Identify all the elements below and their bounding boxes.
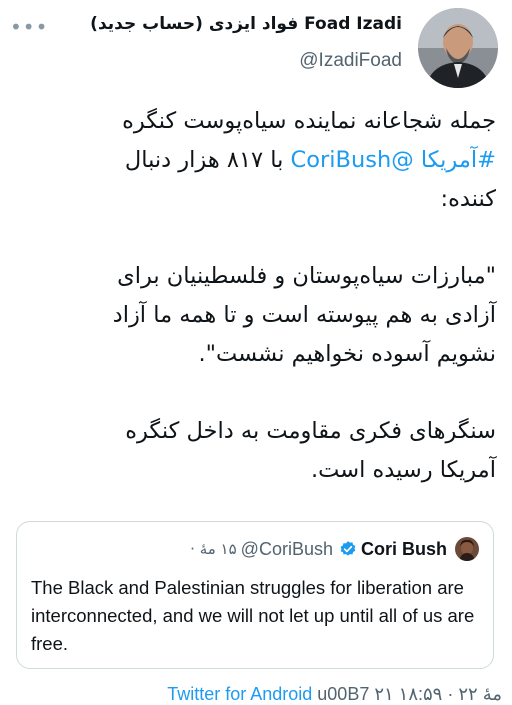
mention-link[interactable]: @CoriBush (291, 147, 414, 173)
tweet-text: جمله شجاعانه نماینده سیاه‌پوست کنگره #آم… (12, 102, 496, 490)
quoted-tweet-header: Cori Bush @CoriBush ۱۵ مهٔ · (190, 536, 479, 562)
quoted-tweet-text: The Black and Palestinian struggles for … (31, 577, 475, 654)
author-names: (حساب جدید) فواد ایزدی Foad Izadi @Izadi… (90, 14, 402, 72)
tweet-line: آزادی به هم پیوسته است و تا همه ما آزاد (112, 302, 496, 328)
quoted-tweet-time: ۱۵ مهٔ · (190, 540, 237, 558)
tweet-footer: Twitter for Android u00B7 ۲۱ مهٔ ۲۲ · ۱۸… (167, 684, 502, 705)
verified-badge-icon (339, 540, 357, 558)
tweet-line: جمله شجاعانه نماینده سیاه‌پوست کنگره (122, 108, 496, 134)
author-display-name[interactable]: (حساب جدید) فواد ایزدی Foad Izadi (90, 14, 402, 34)
author-avatar[interactable] (418, 8, 498, 88)
tweet-text-fragment: با ۸۱۷ هزار دنبال (124, 147, 291, 173)
tweet-line: آمریکا رسیده است. (310, 457, 496, 483)
tweet-line: سنگرهای فکری مقاومت به داخل کنگره (125, 418, 496, 444)
tweet-timestamp: u00B7 ۲۱ مهٔ ۲۲ · ۱۸:۵۹ (312, 684, 502, 704)
tweet-line: کننده: (440, 186, 496, 212)
tweet-line: #آمریکا @CoriBush با ۸۱۷ هزار دنبال (12, 141, 496, 180)
tweet-line: نشویم آسوده نخواهیم نشست". (198, 341, 496, 367)
hashtag-link[interactable]: #آمریکا (421, 147, 496, 173)
quoted-tweet-card[interactable]: Cori Bush @CoriBush ۱۵ مهٔ · The Black a… (16, 521, 494, 669)
tweet-line: "مبارزات سیاه‌پوستان و فلسطینیان برای (117, 263, 496, 289)
quoted-author-handle: @CoriBush (240, 538, 333, 559)
tweet-header: (حساب جدید) فواد ایزدی Foad Izadi @Izadi… (28, 8, 498, 88)
quoted-author-name: Cori Bush (360, 538, 447, 559)
quoted-author-avatar (455, 537, 479, 561)
author-handle[interactable]: @IzadiFoad (90, 50, 402, 72)
source-link[interactable]: Twitter for Android (167, 684, 312, 704)
